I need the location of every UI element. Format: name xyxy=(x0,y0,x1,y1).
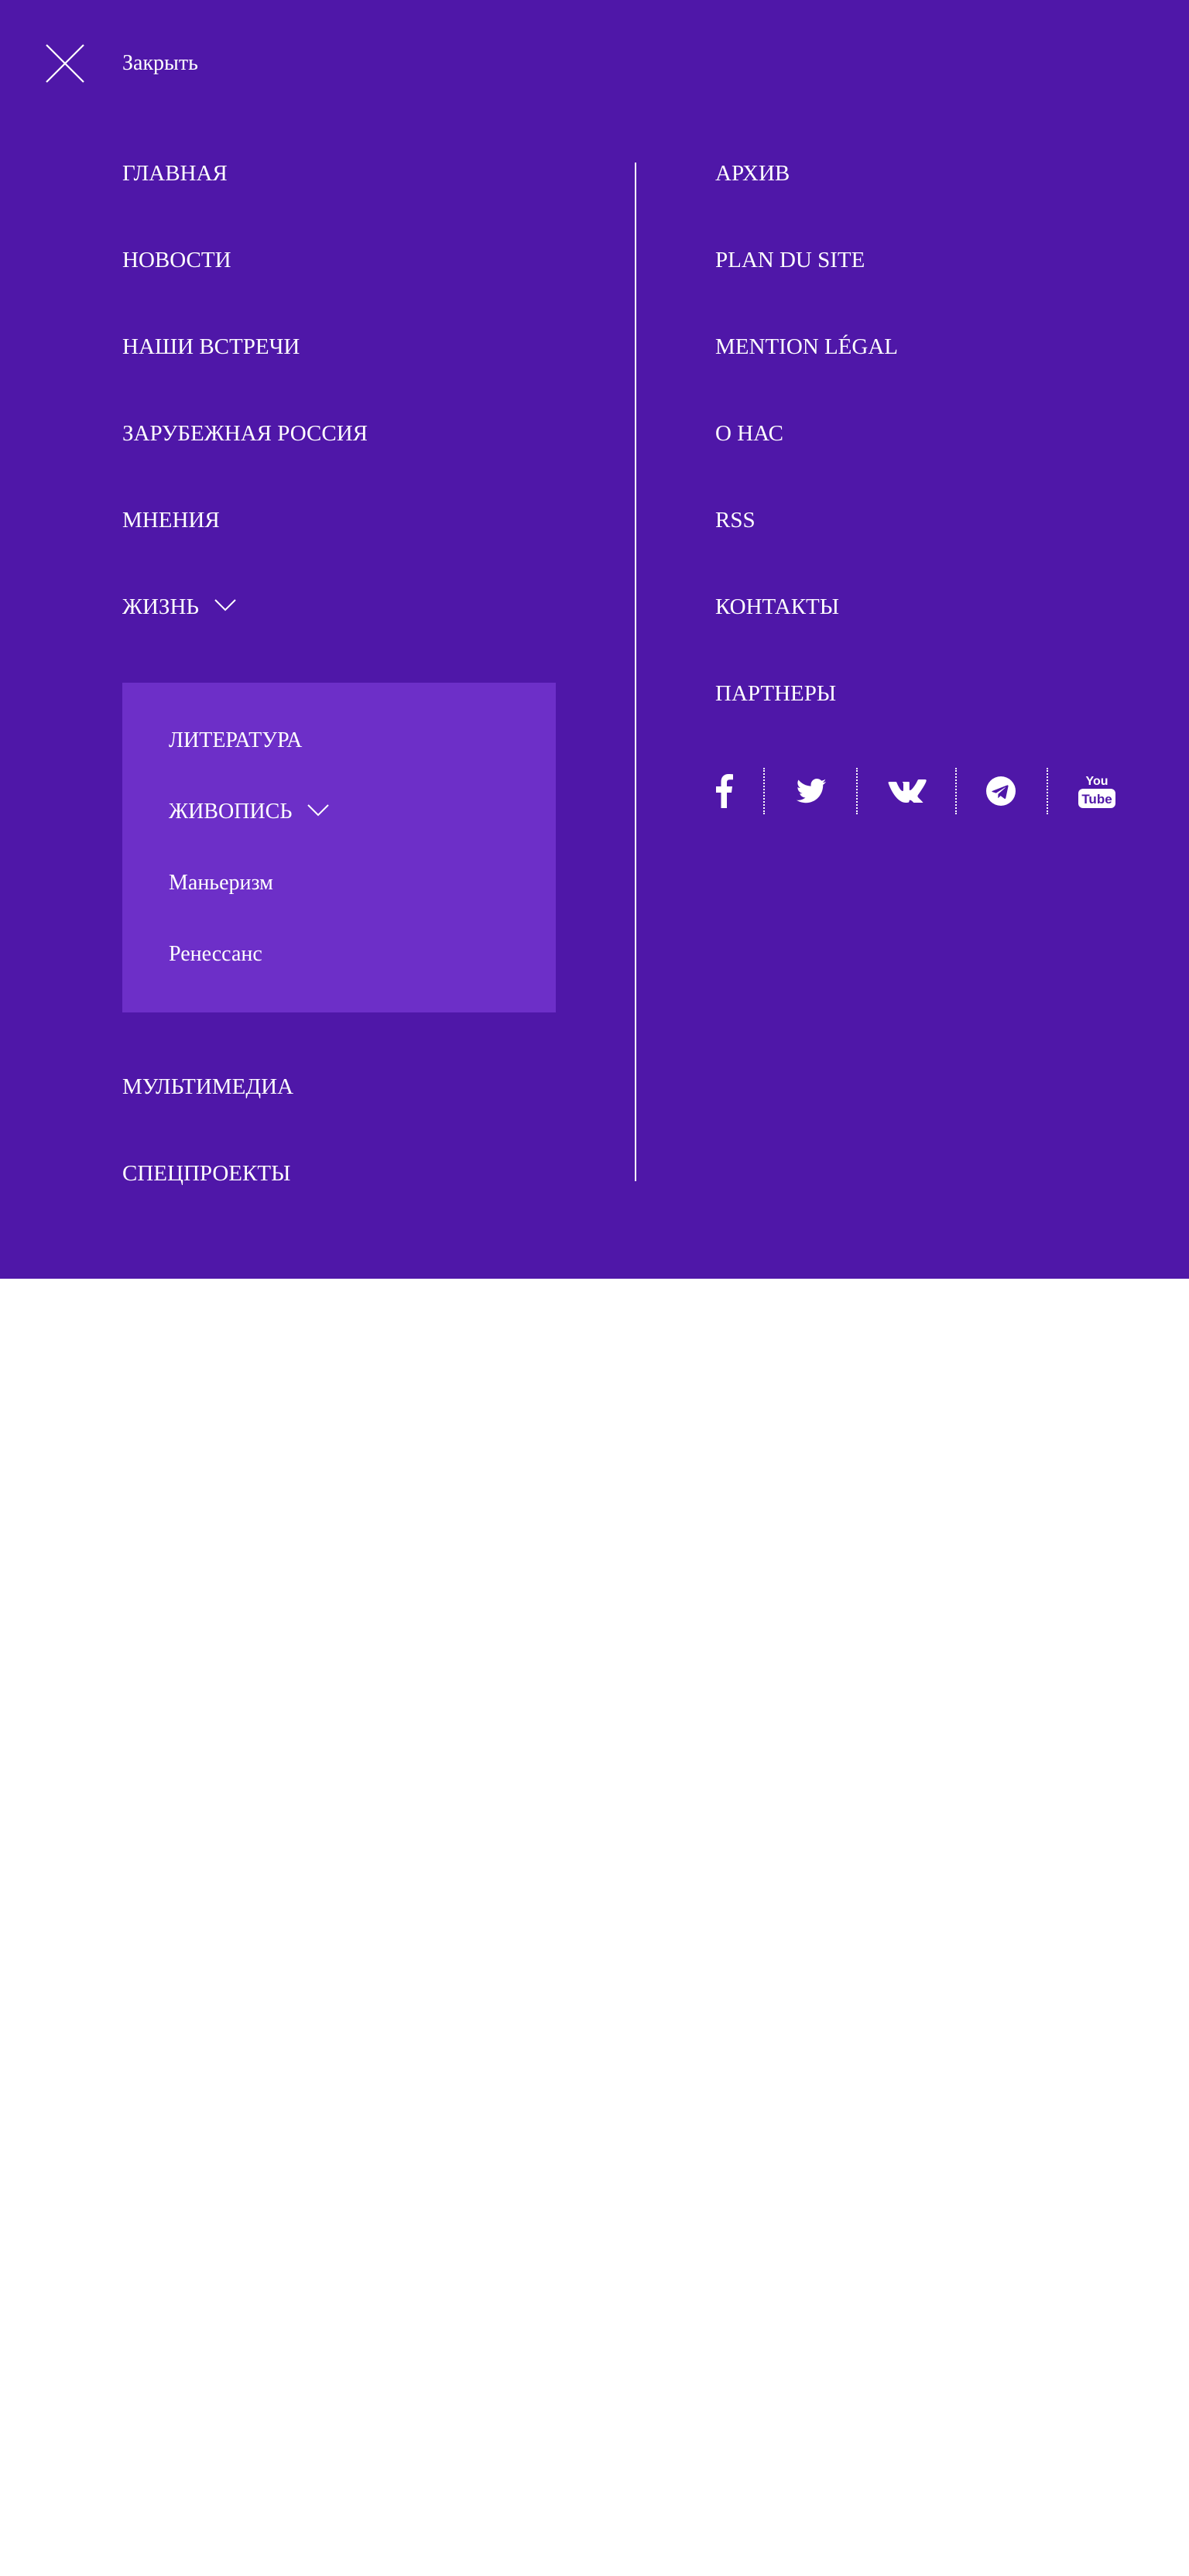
nav-item-partners[interactable]: ПАРТНЕРЫ xyxy=(715,680,836,707)
nav-item-archive[interactable]: АРХИВ xyxy=(715,159,790,187)
youtube-logo-text-top: You xyxy=(1085,775,1108,788)
facebook-link[interactable] xyxy=(711,766,737,816)
submenu-item-renaissance[interactable]: Ренессанс xyxy=(169,941,262,968)
nav-item-home[interactable]: ГЛАВНАЯ xyxy=(122,159,228,187)
submenu-item-literature[interactable]: ЛИТЕРАТУРА xyxy=(169,728,302,754)
nav-item-rss[interactable]: RSS xyxy=(715,506,756,534)
twitter-icon[interactable] xyxy=(796,779,827,803)
youtube-logo-text-bottom: Tube xyxy=(1081,792,1112,807)
nav-item-sitemap[interactable]: PLAN DU SITE xyxy=(715,246,865,274)
nav-item-opinions[interactable]: МНЕНИЯ xyxy=(122,506,220,534)
nav-item-multimedia[interactable]: МУЛЬТИМЕДИА xyxy=(122,1073,293,1101)
nav-item-life-label: ЖИЗНЬ xyxy=(122,594,200,619)
social-separator xyxy=(763,768,765,814)
chevron-down-icon[interactable] xyxy=(307,803,330,817)
telegram-icon[interactable] xyxy=(986,776,1016,806)
social-separator xyxy=(856,768,858,814)
nav-item-russia-abroad[interactable]: ЗАРУБЕЖНАЯ РОССИЯ xyxy=(122,420,368,447)
vk-link[interactable] xyxy=(882,766,932,816)
close-button[interactable]: Закрыть xyxy=(45,43,198,84)
nav-item-meetings[interactable]: НАШИ ВСТРЕЧИ xyxy=(122,333,300,361)
submenu-item-mannerism[interactable]: Маньеризм xyxy=(169,870,273,896)
nav-item-special[interactable]: СПЕЦПРОЕКТЫ xyxy=(122,1160,290,1187)
submenu-item-painting-label: ЖИВОПИСЬ xyxy=(169,800,293,824)
facebook-icon[interactable] xyxy=(714,774,733,808)
column-divider xyxy=(635,163,636,1181)
chevron-down-icon[interactable] xyxy=(214,599,236,611)
menu-panel: Закрыть ГЛАВНАЯ НОВОСТИ НАШИ ВСТРЕЧИ ЗАР… xyxy=(0,0,1189,1279)
close-label[interactable]: Закрыть xyxy=(122,51,198,76)
nav-item-about[interactable]: О НАС xyxy=(715,420,783,447)
nav-item-life[interactable]: ЖИЗНЬ xyxy=(122,593,236,621)
submenu-item-painting[interactable]: ЖИВОПИСЬ xyxy=(169,799,330,825)
telegram-link[interactable] xyxy=(980,766,1022,816)
vk-icon[interactable] xyxy=(888,779,927,803)
nav-item-legal[interactable]: MENTION LÉGAL xyxy=(715,333,898,361)
close-icon[interactable] xyxy=(45,43,85,84)
youtube-icon[interactable]: You Tube xyxy=(1078,773,1116,809)
social-separator xyxy=(955,768,957,814)
nav-item-news[interactable]: НОВОСТИ xyxy=(122,246,231,274)
youtube-link[interactable]: You Tube xyxy=(1074,766,1119,816)
social-separator xyxy=(1047,768,1048,814)
nav-item-contacts[interactable]: КОНТАКТЫ xyxy=(715,593,839,621)
submenu-life: ЛИТЕРАТУРА ЖИВОПИСЬ Маньеризм Ренессанс xyxy=(122,683,556,1012)
twitter-link[interactable] xyxy=(790,766,833,816)
